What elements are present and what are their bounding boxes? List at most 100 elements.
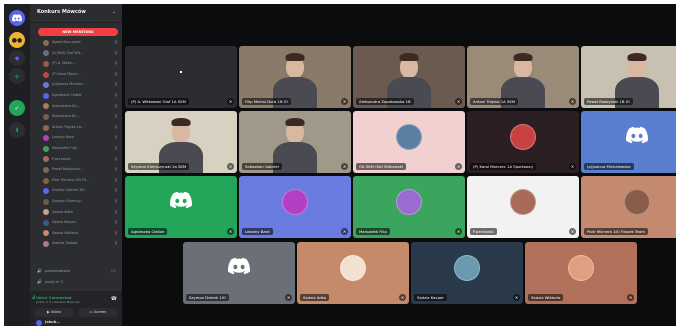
video-tile[interactable]: Sebastian Gabriel ✕: [239, 111, 351, 173]
voice-participant[interactable]: Sędzia Wiktoria 🎙: [34, 229, 120, 240]
video-tile[interactable]: Lokalny Bard ✕: [239, 176, 351, 238]
participant-name: Agata Skorupska: [52, 40, 81, 44]
mic-muted-icon: 🎙: [113, 135, 118, 140]
participant-name: Sędzia Wiktoria: [528, 294, 564, 301]
participant-name: Piotr Michera 1IO Filosek Team: [584, 228, 648, 235]
voice-participant[interactable]: Aleksandra Bu... 🎙: [34, 112, 120, 123]
avatar: [43, 145, 49, 152]
user-panel[interactable]: Jakub...: [34, 320, 120, 326]
video-tile[interactable]: Filip Michal Dura 1B IO ✕: [239, 46, 351, 108]
avatar[interactable]: [36, 320, 42, 326]
video-tile[interactable]: Sędzia Kacper ✕: [411, 242, 523, 304]
video-tile[interactable]: Szymon Klemczynski 1a SKM ✕: [125, 111, 237, 173]
participant-name: Antoni Trojska 1A SKM: [470, 98, 519, 105]
discord-home-icon[interactable]: [9, 10, 25, 26]
explore-icon[interactable]: ✓: [9, 100, 25, 116]
video-tile[interactable]: OA SKM Olaf Witkowski ✕: [353, 111, 465, 173]
download-icon[interactable]: ⬇: [9, 122, 25, 138]
video-tile[interactable]: P.pechalski ✕: [467, 176, 579, 238]
participant-name: Sędzia Kacper: [52, 220, 77, 225]
video-tile[interactable]: Antoni Trojska 1A SKM ✕: [467, 46, 579, 108]
mic-muted-icon: 🎙: [113, 124, 118, 129]
participant-name: Agnieszka Cieślar: [128, 228, 168, 235]
add-server-icon[interactable]: +: [9, 68, 25, 84]
voice-participant[interactable]: Szymon Klemczy... 🎙: [34, 197, 120, 208]
video-tile[interactable]: Marszałek Filip ✕: [353, 176, 465, 238]
voice-participant[interactable]: P.pechalski 🎙: [34, 155, 120, 166]
voice-participant[interactable]: Aleksandra Za... 🎙: [34, 102, 120, 113]
mic-muted-icon: ✕: [569, 163, 576, 170]
server-konkurs-icon[interactable]: ●●: [9, 32, 25, 48]
participant-name: Szymon Klemczy...: [52, 198, 84, 203]
voice-participant[interactable]: (P) Karol Marcz... 🎙: [34, 70, 120, 81]
voice-connection-panel: Voice Connected pokój nr 1 / Konkurs Mów…: [30, 291, 122, 326]
participant-name: Filip Michal Dura 1B IO: [242, 98, 291, 105]
discord-logo-icon: [227, 257, 251, 279]
avatar: [568, 255, 594, 282]
screen-share-button[interactable]: ▭ Screen: [79, 308, 117, 317]
avatar: [510, 189, 536, 216]
video-tile[interactable]: (P) Karol Marczec 1A Sportowcy ✕: [467, 111, 579, 173]
video-tile[interactable]: Paweł Rodzynski 1B IO✕: [581, 46, 676, 108]
mic-muted-icon: 🎙: [113, 220, 118, 225]
voice-participant[interactable]: Marszałek Filip 🎙: [34, 144, 120, 155]
mic-muted-icon: 🎙: [113, 230, 118, 235]
signal-icon: [32, 295, 35, 299]
voice-participant[interactable]: (p)Joanna Michale... 🎙: [34, 80, 120, 91]
mic-muted-icon: ✕: [227, 163, 234, 170]
server-icon[interactable]: ◆: [9, 50, 25, 66]
participant-name: OA SKM Olaf Witkowski: [356, 163, 406, 170]
voice-participant[interactable]: Szakira Sobota 🎙: [34, 239, 120, 250]
video-button[interactable]: ▶ Video: [35, 308, 73, 317]
mic-muted-icon: ✕: [569, 228, 576, 235]
video-tile[interactable]: (p)Joanna Michalewska✕: [581, 111, 676, 173]
video-tile[interactable]: Szymon Dotrek 1IO ✕: [183, 242, 295, 304]
voice-participant[interactable]: Agnieszka Cieślar 🎙: [34, 91, 120, 102]
server-header[interactable]: Konkurs Mówców ⌄: [30, 4, 122, 23]
voice-participant[interactable]: (P) A. Witko... 🎙: [34, 59, 120, 70]
mic-muted-icon: ✕: [455, 228, 462, 235]
speaker-icon: 🔊: [37, 268, 42, 273]
voice-participant[interactable]: Lokalny Bard 🎙: [34, 133, 120, 144]
disconnect-icon[interactable]: ☎: [111, 296, 117, 302]
mic-muted-icon: 🎙: [113, 103, 118, 108]
avatar: [43, 71, 49, 78]
voice-participant[interactable]: Antoni Trojska 1A... 🎙: [34, 123, 120, 134]
channel-pokoj-3[interactable]: 🔊 pokój nr 3: [34, 277, 120, 287]
mic-muted-icon: 🎙: [113, 241, 118, 246]
avatar: [43, 156, 49, 163]
status-dot: [180, 71, 182, 74]
video-tile[interactable]: Sędzia Adka ✕: [297, 242, 409, 304]
mic-muted-icon: ✕: [341, 228, 348, 235]
voice-participant[interactable]: (A SKM) Olaf Wit... 🎙: [34, 49, 120, 60]
video-tile[interactable]: Agnieszka Cieślar ✕: [125, 176, 237, 238]
channel-sidebar: Konkurs Mówców ⌄ NEW MENTIONS Agata Skor…: [30, 4, 122, 326]
voice-participant[interactable]: Sędzia Kacper 🎙: [34, 218, 120, 229]
voice-participant[interactable]: Sędzia Adka 🎙: [34, 208, 120, 219]
participant-name: Agnieszka Cieślar: [52, 92, 82, 97]
participant-name: Paweł Rodzynski...: [52, 167, 84, 172]
avatar: [43, 198, 49, 205]
speaker-icon: 🔊: [37, 279, 42, 284]
video-tile[interactable]: Sędzia Wiktoria ✕: [525, 242, 637, 304]
mic-muted-icon: 🎙: [113, 114, 118, 119]
voice-channel-path[interactable]: pokój nr 1 / Konkurs Mówców: [36, 300, 80, 304]
video-tile[interactable]: Piotr Michera 1IO Filosek Team✕: [581, 176, 676, 238]
participant-name: Antoni Trojska 1A...: [52, 124, 85, 129]
participant-name: Sędzia Adka: [300, 294, 330, 301]
video-tile[interactable]: (P) A. Witkowski Olaf 1A SKM ✕: [125, 46, 237, 108]
channel-pozadzabiskie[interactable]: 🔊 pozadzabiskie (3): [34, 266, 120, 276]
voice-participant[interactable]: Piotr Michera 1IO FS... 🎙: [34, 176, 120, 187]
voice-participant[interactable]: Paweł Rodzynski... 🎙: [34, 165, 120, 176]
participant-name: Marszałek Filip: [52, 145, 77, 150]
new-mentions-badge[interactable]: NEW MENTIONS: [38, 28, 118, 36]
voice-participant[interactable]: Agata Skorupska 🎙: [34, 38, 120, 49]
avatar: [43, 60, 49, 67]
participant-name: Aleksandra Bu...: [52, 114, 80, 119]
participant-name: Sebastian Gabriel: [242, 163, 282, 170]
voice-participant[interactable]: Szymon Dotrek 1IO 🎙: [34, 186, 120, 197]
video-tile[interactable]: Aleksandra Zapotowska 1B ✕: [353, 46, 465, 108]
discord-logo-icon: [625, 126, 649, 148]
chevron-down-icon[interactable]: ⌄: [112, 10, 116, 15]
mic-muted-icon: 🎙: [113, 40, 118, 44]
